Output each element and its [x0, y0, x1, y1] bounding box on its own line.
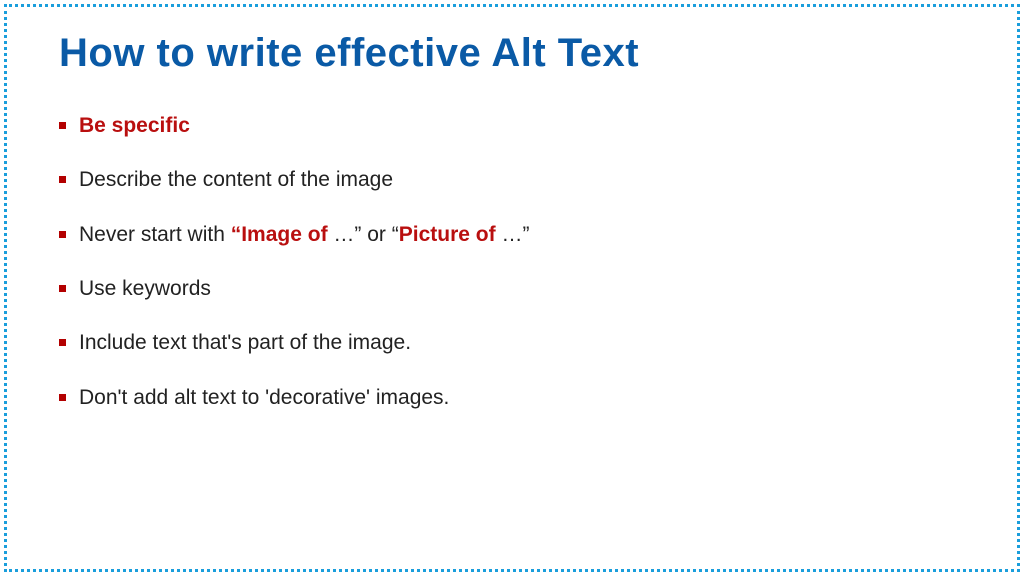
item-text-red: Picture of — [399, 223, 496, 246]
list-item: Use keywords — [59, 275, 965, 303]
list-item: Never start with “Image of …” or “Pictur… — [59, 221, 965, 249]
item-text: Don't add alt text to 'decorative' image… — [79, 386, 449, 409]
list-item: Describe the content of the image — [59, 166, 965, 194]
item-text-red: Image of — [241, 223, 327, 246]
item-text-pre: Never start with — [79, 223, 231, 246]
slide-container: How to write effective Alt Text Be speci… — [4, 4, 1020, 572]
list-item: Include text that's part of the image. — [59, 329, 965, 357]
slide-title: How to write effective Alt Text — [59, 31, 965, 76]
item-text: Be specific — [79, 114, 190, 137]
item-text: Describe the content of the image — [79, 168, 393, 191]
list-item: Be specific — [59, 112, 965, 140]
item-text: Include text that's part of the image. — [79, 331, 411, 354]
list-item: Don't add alt text to 'decorative' image… — [59, 384, 965, 412]
item-quote-open: “ — [231, 223, 242, 246]
item-text: Use keywords — [79, 277, 211, 300]
bullet-list: Be specific Describe the content of the … — [59, 112, 965, 412]
item-dots: …” — [328, 223, 368, 246]
item-text-mid: or “ — [367, 223, 399, 246]
item-dots: …” — [496, 223, 530, 246]
